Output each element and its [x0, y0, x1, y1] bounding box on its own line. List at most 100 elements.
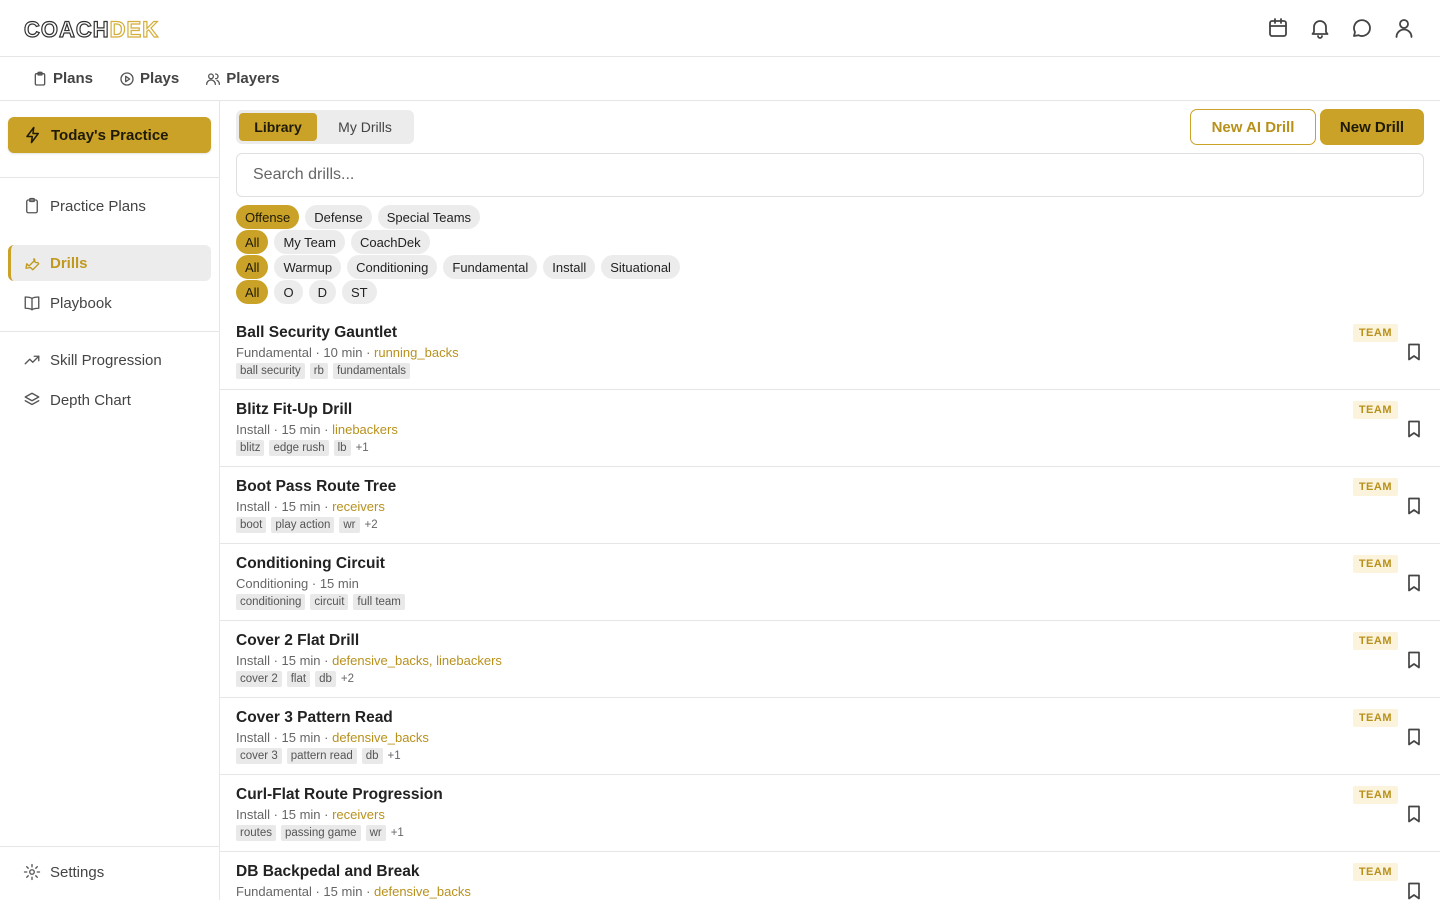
bookmark-icon[interactable] — [1406, 420, 1422, 438]
bookmark-icon[interactable] — [1406, 497, 1422, 515]
filter-chip-special-teams[interactable]: Special Teams — [377, 205, 481, 229]
main-content: Library My Drills New AI Drill New Drill… — [220, 101, 1440, 900]
drill-title[interactable]: Conditioning Circuit — [236, 555, 385, 573]
sidebar-item-skill-progression[interactable]: Skill Progression — [8, 342, 211, 378]
filter-chip-d[interactable]: D — [308, 280, 336, 304]
trend-up-icon — [23, 351, 41, 369]
team-badge: TEAM — [1352, 632, 1398, 650]
drill-title[interactable]: Cover 2 Flat Drill — [236, 632, 359, 650]
filter-chip-conditioning[interactable]: Conditioning — [347, 255, 438, 279]
wrench-icon — [23, 254, 41, 272]
drill-row[interactable]: Curl-Flat Route Progression Install · 15 … — [220, 775, 1440, 852]
filter-unit: All O D ST — [236, 280, 377, 304]
drill-positions: running_backs — [374, 345, 459, 360]
filter-chip-situational[interactable]: Situational — [601, 255, 680, 279]
filter-chip-fundamental[interactable]: Fundamental — [443, 255, 538, 279]
new-ai-drill-button[interactable]: New AI Drill — [1190, 109, 1316, 145]
filter-chip-offense[interactable]: Offense — [236, 205, 300, 229]
nav-plans[interactable]: Plans — [32, 70, 93, 87]
drill-tag: lb — [333, 440, 351, 456]
filter-chip-st[interactable]: ST — [341, 280, 377, 304]
nav-players[interactable]: Players — [205, 70, 280, 87]
drill-category-duration: Install · 15 min · — [236, 807, 333, 822]
section-nav: Plans Plays Players — [0, 57, 1440, 101]
drill-category-duration: Install · 15 min · — [236, 499, 333, 514]
todays-practice-label: Today's Practice — [51, 126, 169, 144]
sidebar-divider — [0, 846, 219, 847]
filter-chip-all[interactable]: All — [236, 280, 269, 304]
drill-meta: Fundamental · 15 min · defensive_backs — [236, 884, 471, 899]
drill-row[interactable]: Cover 3 Pattern Read Install · 15 min · d… — [220, 698, 1440, 775]
filter-chip-warmup[interactable]: Warmup — [274, 255, 342, 279]
drill-meta: Install · 15 min · linebackers — [236, 422, 398, 437]
filter-chip-all[interactable]: All — [236, 230, 269, 254]
drill-tag: rb — [309, 363, 328, 379]
sidebar-item-depth-chart[interactable]: Depth Chart — [8, 382, 211, 418]
filter-chip-coachdek[interactable]: CoachDek — [350, 230, 430, 254]
bookmark-icon[interactable] — [1406, 574, 1422, 592]
tab-library[interactable]: Library — [239, 113, 317, 141]
nav-plays[interactable]: Plays — [119, 70, 179, 87]
drill-row[interactable]: Ball Security Gauntlet Fundamental · 10 m… — [220, 313, 1440, 390]
drill-meta: Conditioning · 15 min — [236, 576, 359, 591]
chat-icon[interactable] — [1350, 16, 1374, 40]
filter-chip-install[interactable]: Install — [543, 255, 596, 279]
new-drill-button[interactable]: New Drill — [1320, 109, 1424, 145]
sidebar-item-label: Playbook — [50, 294, 112, 312]
filter-chip-o[interactable]: O — [274, 280, 303, 304]
filter-chip-defense[interactable]: Defense — [305, 205, 372, 229]
drill-title[interactable]: Cover 3 Pattern Read — [236, 709, 393, 727]
drill-title[interactable]: Ball Security Gauntlet — [236, 324, 397, 342]
drill-tag: edge rush — [269, 440, 329, 456]
search-input[interactable] — [236, 153, 1424, 197]
drill-title[interactable]: DB Backpedal and Break — [236, 863, 420, 881]
gear-icon — [23, 863, 41, 881]
sidebar-item-label: Settings — [50, 863, 105, 881]
bookmark-icon[interactable] — [1406, 343, 1422, 361]
bookmark-icon[interactable] — [1406, 882, 1422, 900]
more-tags-count: +1 — [390, 827, 404, 839]
filter-category: All Warmup Conditioning Fundamental Inst… — [236, 255, 680, 279]
bookmark-icon[interactable] — [1406, 805, 1422, 823]
drill-category-duration: Install · 15 min · — [236, 422, 333, 437]
drill-positions: receivers — [332, 807, 385, 822]
drill-title[interactable]: Boot Pass Route Tree — [236, 478, 396, 496]
clipboard-icon — [32, 71, 48, 87]
sidebar: Today's Practice Practice Plans Drills P… — [0, 101, 220, 900]
users-icon — [205, 71, 221, 87]
sidebar-item-practice-plans[interactable]: Practice Plans — [8, 188, 211, 224]
drill-row[interactable]: Conditioning Circuit Conditioning · 15 mi… — [220, 544, 1440, 621]
calendar-icon[interactable] — [1266, 16, 1290, 40]
app-logo[interactable]: COACHDEK — [23, 18, 159, 41]
filter-chip-my-team[interactable]: My Team — [274, 230, 345, 254]
drill-tag: full team — [353, 594, 405, 610]
drill-title[interactable]: Blitz Fit-Up Drill — [236, 401, 352, 419]
filter-chip-all[interactable]: All — [236, 255, 269, 279]
user-icon[interactable] — [1392, 16, 1416, 40]
filter-side: Offense Defense Special Teams — [236, 205, 481, 229]
drill-tags: cover 2 flat db +2 — [236, 671, 354, 687]
sidebar-item-label: Practice Plans — [50, 197, 146, 215]
drill-row[interactable]: Boot Pass Route Tree Install · 15 min · r… — [220, 467, 1440, 544]
drill-tag: play action — [271, 517, 335, 533]
bell-icon[interactable] — [1308, 16, 1332, 40]
bookmark-icon[interactable] — [1406, 651, 1422, 669]
drill-row[interactable]: Cover 2 Flat Drill Install · 15 min · def… — [220, 621, 1440, 698]
drill-title[interactable]: Curl-Flat Route Progression — [236, 786, 443, 804]
drill-row[interactable]: Blitz Fit-Up Drill Install · 15 min · lin… — [220, 390, 1440, 467]
sidebar-item-drills[interactable]: Drills — [8, 245, 211, 281]
team-badge: TEAM — [1352, 555, 1398, 573]
drill-tag: flat — [286, 671, 311, 687]
sidebar-item-settings[interactable]: Settings — [8, 854, 211, 890]
team-badge: TEAM — [1352, 709, 1398, 727]
sidebar-item-playbook[interactable]: Playbook — [8, 285, 211, 321]
todays-practice-button[interactable]: Today's Practice — [8, 117, 211, 153]
drill-row[interactable]: DB Backpedal and Break Fundamental · 15 m… — [220, 852, 1440, 900]
drill-tags: ball security rb fundamentals — [236, 363, 410, 379]
bookmark-icon[interactable] — [1406, 728, 1422, 746]
tab-my-drills[interactable]: My Drills — [319, 113, 411, 141]
top-header: COACHDEK — [0, 0, 1440, 57]
drill-list: Ball Security Gauntlet Fundamental · 10 m… — [220, 313, 1440, 900]
drill-tags: cover 3 pattern read db +1 — [236, 748, 401, 764]
drill-category-duration: Fundamental · 15 min · — [236, 884, 375, 899]
